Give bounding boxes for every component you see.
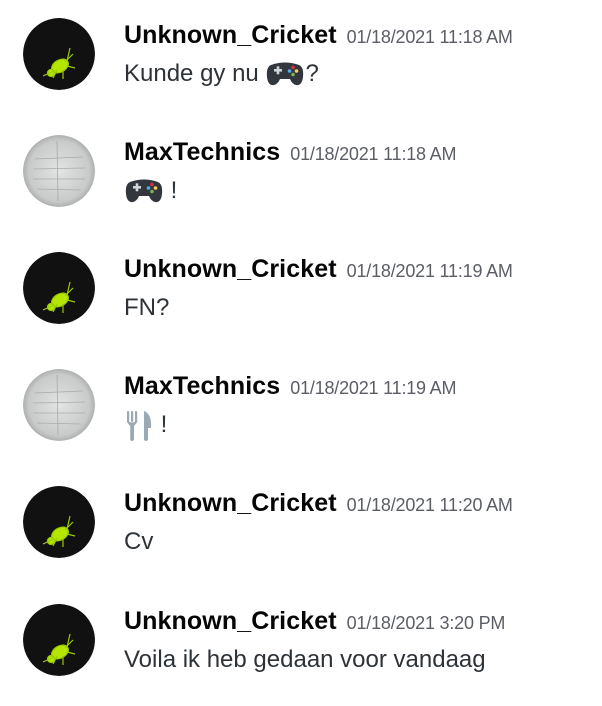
- username[interactable]: MaxTechnics: [124, 372, 280, 400]
- timestamp: 01/18/2021 11:18 AM: [346, 27, 513, 47]
- message-content: !: [124, 173, 177, 209]
- username[interactable]: Unknown_Cricket: [124, 489, 337, 517]
- timestamp: 01/18/2021 11:19 AM: [290, 378, 457, 398]
- timestamp: 01/18/2021 11:20 AM: [346, 495, 513, 515]
- message-text: !: [164, 177, 178, 204]
- message-text: ?: [305, 60, 319, 87]
- cricket-icon: [23, 604, 95, 676]
- message-item: Unknown_Cricket 01/18/2021 11:18 AM Kunde…: [0, 0, 602, 100]
- message-text: FN?: [124, 294, 170, 321]
- timestamp: 01/18/2021 11:19 AM: [346, 261, 513, 281]
- avatar[interactable]: [23, 486, 95, 558]
- message-content: Voila ik heb gedaan voor vandaag: [124, 642, 486, 678]
- message-header: MaxTechnics 01/18/2021 11:19 AM: [124, 369, 456, 403]
- message-header: Unknown_Cricket 01/18/2021 11:20 AM: [124, 486, 513, 520]
- cricket-icon: [23, 486, 95, 558]
- message-text: Voila ik heb gedaan voor vandaag: [124, 646, 486, 673]
- message-text: !: [154, 411, 168, 438]
- paper-photo-icon: [23, 369, 95, 441]
- username[interactable]: Unknown_Cricket: [124, 21, 337, 49]
- username[interactable]: Unknown_Cricket: [124, 255, 337, 283]
- message-content: FN?: [124, 290, 169, 326]
- message-header: MaxTechnics 01/18/2021 11:18 AM: [124, 135, 456, 169]
- message-item: Unknown_Cricket 01/18/2021 11:19 AM FN?: [0, 234, 602, 334]
- paper-photo-icon: [23, 135, 95, 207]
- message-item: MaxTechnics 01/18/2021 11:18 AM !: [0, 117, 602, 217]
- message-content: Kunde gy nu ?: [124, 56, 319, 92]
- video-game-icon: [265, 59, 305, 89]
- avatar[interactable]: [23, 18, 95, 90]
- message-item: Unknown_Cricket 01/18/2021 3:20 PM Voila …: [0, 586, 602, 686]
- cricket-icon: [23, 18, 95, 90]
- message-header: Unknown_Cricket 01/18/2021 3:20 PM: [124, 604, 505, 638]
- message-text: Kunde gy nu: [124, 60, 266, 87]
- message-item: MaxTechnics 01/18/2021 11:19 AM !: [0, 351, 602, 451]
- message-text: Cv: [124, 528, 154, 555]
- avatar[interactable]: [23, 604, 95, 676]
- avatar[interactable]: [23, 135, 95, 207]
- fork-and-knife-icon: [124, 410, 154, 441]
- avatar[interactable]: [23, 369, 95, 441]
- message-content: !: [124, 407, 167, 443]
- message-header: Unknown_Cricket 01/18/2021 11:19 AM: [124, 252, 513, 286]
- username[interactable]: MaxTechnics: [124, 138, 280, 166]
- cricket-icon: [23, 252, 95, 324]
- message-item: Unknown_Cricket 01/18/2021 11:20 AM Cv: [0, 468, 602, 568]
- avatar[interactable]: [23, 252, 95, 324]
- timestamp: 01/18/2021 3:20 PM: [346, 613, 506, 633]
- username[interactable]: Unknown_Cricket: [124, 607, 337, 635]
- video-game-icon: [124, 176, 164, 206]
- message-content: Cv: [124, 524, 153, 560]
- timestamp: 01/18/2021 11:18 AM: [290, 144, 457, 164]
- message-header: Unknown_Cricket 01/18/2021 11:18 AM: [124, 18, 513, 52]
